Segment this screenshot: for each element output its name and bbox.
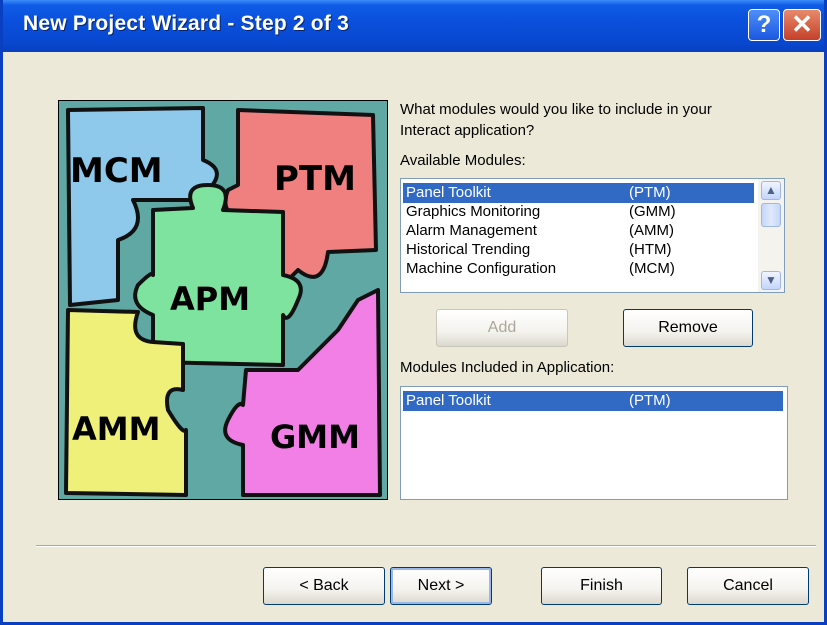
prompt-line-2: Interact application?: [400, 122, 535, 139]
separator: [36, 545, 816, 547]
list-item[interactable]: Graphics Monitoring (GMM): [403, 202, 754, 222]
included-modules-label: Modules Included in Application:: [400, 359, 615, 376]
back-button[interactable]: < Back: [263, 567, 385, 605]
list-item[interactable]: Panel Toolkit (PTM): [403, 183, 754, 203]
close-button[interactable]: ✕: [783, 9, 821, 41]
wizard-window: New Project Wizard - Step 2 of 3 ? ✕ MCM…: [0, 0, 827, 625]
cancel-button[interactable]: Cancel: [687, 567, 809, 605]
available-modules-scrollbar[interactable]: ▲ ▼: [758, 179, 784, 292]
modules-puzzle-graphic: MCM PTM APM AMM GMM: [58, 100, 388, 500]
available-modules-list[interactable]: Panel Toolkit (PTM) Graphics Monitoring …: [400, 178, 785, 293]
list-item[interactable]: Machine Configuration (MCM): [403, 259, 754, 287]
amm-label: AMM: [72, 410, 160, 448]
scroll-thumb[interactable]: [761, 203, 781, 227]
help-button[interactable]: ?: [748, 9, 780, 41]
ptm-label: PTM: [274, 159, 356, 199]
remove-button[interactable]: Remove: [623, 309, 753, 347]
finish-button[interactable]: Finish: [541, 567, 662, 605]
list-item[interactable]: Historical Trending (HTM): [403, 240, 754, 260]
next-button[interactable]: Next >: [390, 567, 492, 605]
list-item[interactable]: Panel Toolkit (PTM): [403, 391, 783, 411]
mcm-label: MCM: [70, 151, 163, 191]
gmm-label: GMM: [270, 418, 360, 456]
add-button[interactable]: Add: [436, 309, 568, 347]
window-title: New Project Wizard - Step 2 of 3: [23, 12, 349, 35]
scroll-up-icon[interactable]: ▲: [761, 181, 781, 200]
included-modules-list[interactable]: Panel Toolkit (PTM): [400, 386, 788, 500]
available-modules-label: Available Modules:: [400, 152, 526, 169]
apm-piece: [133, 183, 303, 367]
list-item[interactable]: Alarm Management (AMM): [403, 221, 754, 241]
apm-label: APM: [170, 280, 250, 318]
scroll-down-icon[interactable]: ▼: [761, 271, 781, 290]
title-bar[interactable]: New Project Wizard - Step 2 of 3 ? ✕: [3, 0, 824, 52]
prompt-line-1: What modules would you like to include i…: [400, 101, 712, 118]
